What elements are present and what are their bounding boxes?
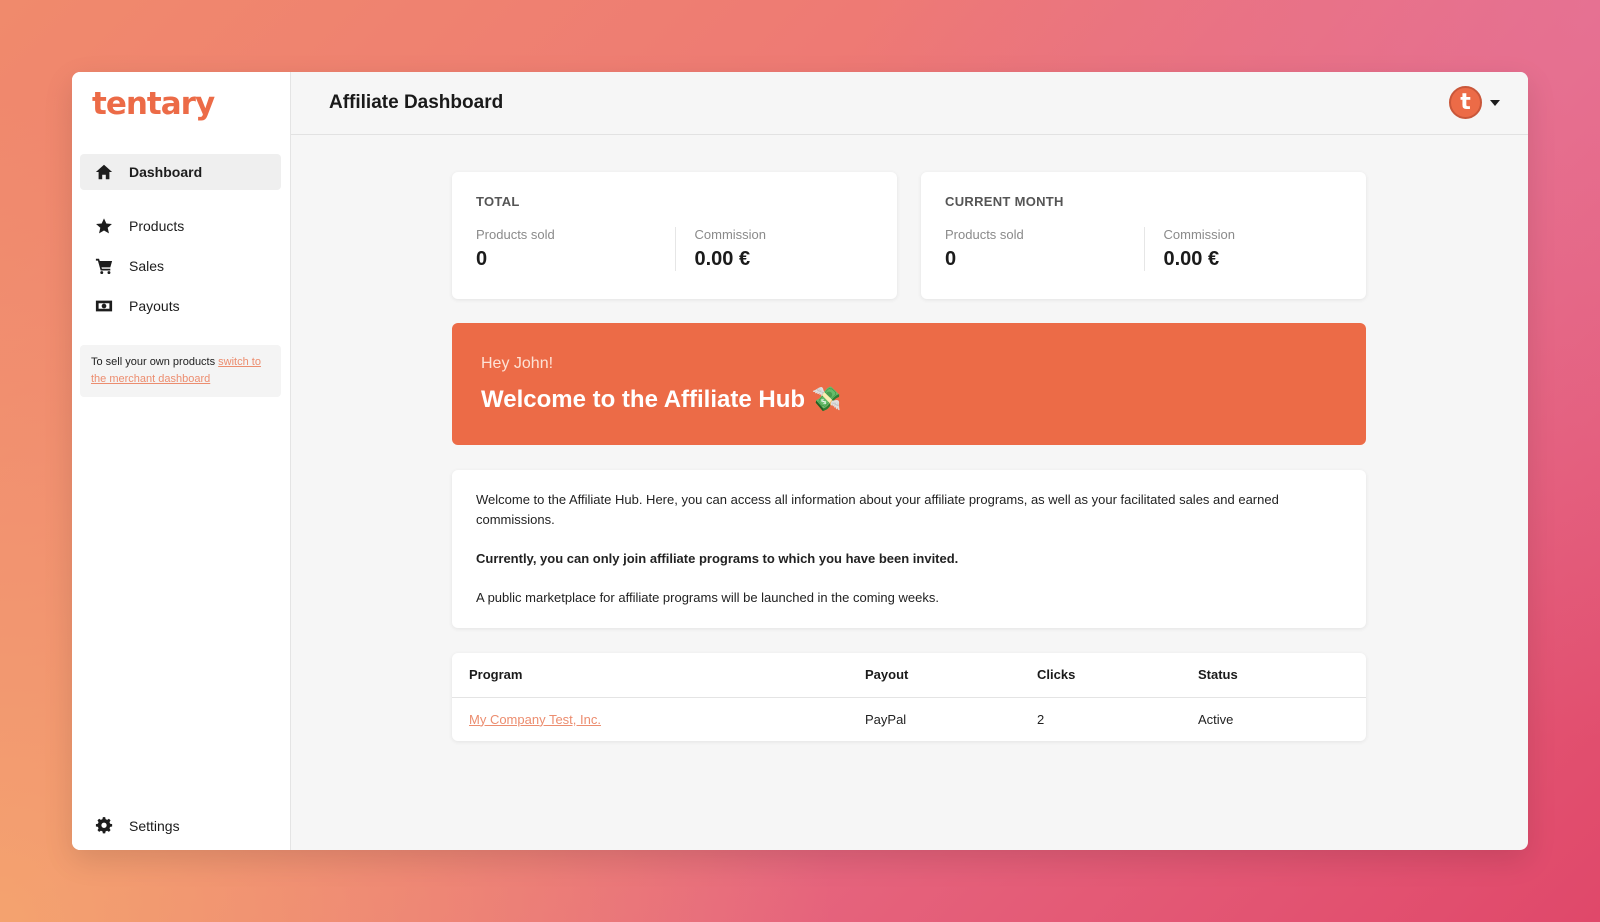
commission-label: Commission: [694, 227, 767, 242]
commission-value: 0.00 €: [694, 248, 751, 270]
column-header-program: Program: [452, 653, 865, 698]
stats-row: TOTAL Products sold 0 Commission 0.00 € …: [452, 172, 1366, 299]
welcome-title: Welcome to the Affiliate Hub 💸: [481, 386, 842, 413]
sidebar-item-products[interactable]: Products: [80, 208, 281, 244]
money-icon: [94, 296, 114, 316]
greeting-text: Hey John!: [481, 355, 554, 372]
info-paragraph: Welcome to the Affiliate Hub. Here, you …: [476, 492, 1279, 527]
topbar: Affiliate Dashboard t: [291, 72, 1528, 135]
total-stats-card: TOTAL Products sold 0 Commission 0.00 €: [452, 172, 897, 299]
info-paragraph-bold: Currently, you can only join affiliate p…: [476, 551, 959, 566]
merchant-switch-notice: To sell your own products switch to the …: [80, 345, 281, 397]
dashboard-content: TOTAL Products sold 0 Commission 0.00 € …: [452, 172, 1366, 741]
sidebar-item-dashboard[interactable]: Dashboard: [80, 154, 281, 190]
chevron-down-icon[interactable]: [1490, 99, 1500, 106]
commission-label: Commission: [1163, 227, 1236, 242]
program-link[interactable]: My Company Test, Inc.: [469, 712, 601, 727]
current-month-stats-card: CURRENT MONTH Products sold 0 Commission…: [921, 172, 1366, 299]
page-title: Affiliate Dashboard: [329, 92, 504, 113]
sidebar-item-payouts[interactable]: Payouts: [80, 288, 281, 324]
star-icon: [94, 216, 114, 236]
column-header-payout: Payout: [865, 653, 1037, 698]
products-sold-label: Products sold: [476, 227, 555, 242]
avatar[interactable]: t: [1449, 86, 1482, 119]
sidebar-item-label: Dashboard: [129, 164, 203, 180]
switch-notice-text: To sell your own products: [91, 356, 219, 368]
main-area: Affiliate Dashboard t TOTAL Products sol…: [291, 72, 1528, 850]
cart-icon: [94, 256, 114, 276]
programs-table: Program Payout Clicks Status My Company …: [452, 653, 1366, 741]
sidebar-nav: Dashboard Products Sales Payouts: [80, 154, 281, 324]
table-row: My Company Test, Inc. PayPal 2 Active: [452, 697, 1366, 741]
sidebar-item-sales[interactable]: Sales: [80, 248, 281, 284]
stat-card-title: CURRENT MONTH: [945, 194, 1064, 209]
products-sold-value: 0: [945, 248, 957, 270]
column-header-status: Status: [1198, 653, 1366, 698]
products-sold-label: Products sold: [945, 227, 1024, 242]
commission-value: 0.00 €: [1163, 248, 1220, 270]
app-window: tentary Dashboard Products Sales Payouts…: [72, 72, 1528, 850]
welcome-banner: Hey John! Welcome to the Affiliate Hub 💸: [452, 323, 1366, 445]
payout-cell: PayPal: [865, 711, 907, 727]
tentary-logo[interactable]: tentary: [92, 86, 215, 122]
sidebar-item-settings[interactable]: Settings: [94, 814, 180, 838]
programs-table-card: Program Payout Clicks Status My Company …: [452, 653, 1366, 741]
info-card: Welcome to the Affiliate Hub. Here, you …: [452, 470, 1366, 628]
settings-label: Settings: [129, 818, 180, 834]
sidebar-item-label: Products: [129, 218, 185, 234]
products-sold-value: 0: [476, 248, 488, 270]
status-cell: Active: [1198, 711, 1234, 727]
sidebar-item-label: Sales: [129, 258, 165, 274]
program-cell: My Company Test, Inc.: [452, 697, 865, 741]
sidebar: tentary Dashboard Products Sales Payouts…: [72, 72, 291, 850]
column-header-clicks: Clicks: [1037, 653, 1198, 698]
user-menu[interactable]: t: [1449, 86, 1500, 119]
stat-card-title: TOTAL: [476, 194, 520, 209]
info-paragraph: A public marketplace for affiliate progr…: [476, 590, 939, 605]
sidebar-item-label: Payouts: [129, 298, 180, 314]
table-header-row: Program Payout Clicks Status: [452, 653, 1366, 698]
home-icon: [94, 162, 114, 182]
gear-icon: [94, 816, 114, 836]
clicks-cell: 2: [1037, 711, 1045, 727]
